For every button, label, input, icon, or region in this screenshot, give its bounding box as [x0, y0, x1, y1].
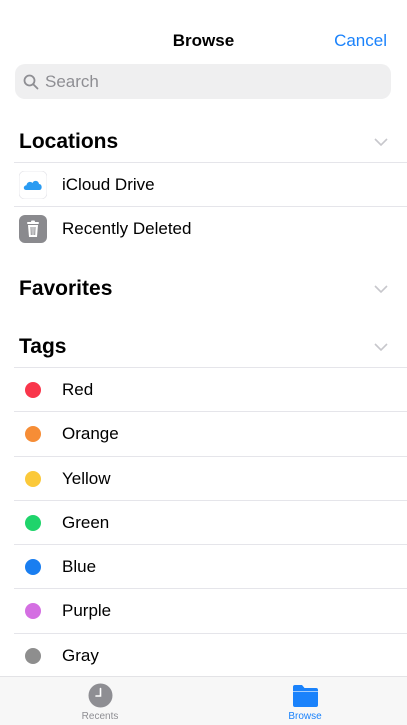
tab-recents[interactable]: Recents [50, 683, 150, 722]
chevron-down-icon[interactable] [374, 138, 388, 146]
tags-section: Tags Red Orange Yellow Green Blue Purple [0, 323, 407, 677]
tab-browse[interactable]: Browse [255, 683, 355, 722]
gray-dot-icon [25, 647, 41, 664]
tag-label: Purple [62, 601, 112, 621]
search-bar[interactable] [15, 64, 391, 99]
location-item-recently-deleted[interactable]: Recently Deleted [14, 206, 407, 250]
section-title-favorites: Favorites [19, 277, 113, 300]
tag-item-gray[interactable]: Gray [14, 632, 407, 677]
yellow-dot-icon [25, 470, 41, 487]
orange-dot-icon [25, 426, 41, 443]
trash-icon [19, 215, 47, 244]
navigation-bar: Browse Cancel [0, 0, 407, 60]
tag-item-orange[interactable]: Orange [14, 411, 407, 455]
tag-label: Orange [62, 424, 119, 444]
tag-label: Green [62, 512, 110, 532]
tag-item-green[interactable]: Green [14, 499, 407, 544]
locations-header[interactable]: Locations [0, 118, 407, 162]
location-label: iCloud Drive [62, 175, 155, 194]
chevron-down-icon[interactable] [374, 285, 388, 293]
tag-label: Yellow [62, 468, 111, 488]
green-dot-icon [25, 514, 41, 531]
tab-bar: Recents Browse [0, 676, 407, 725]
tab-label-browse: Browse [288, 711, 322, 722]
red-dot-icon [25, 382, 41, 398]
tags-header[interactable]: Tags [0, 323, 407, 367]
icloud-icon [19, 171, 47, 199]
tab-label-recents: Recents [81, 711, 119, 722]
favorites-header[interactable]: Favorites [0, 265, 407, 309]
purple-dot-icon [25, 603, 41, 620]
chevron-down-icon[interactable] [374, 343, 388, 351]
section-title-tags: Tags [19, 335, 67, 358]
tag-label: Blue [62, 557, 97, 577]
locations-section: Locations iCloud Drive Recently Deleted [0, 118, 407, 251]
tag-label: Red [62, 380, 94, 399]
search-input[interactable] [45, 71, 365, 92]
clock-icon [88, 683, 112, 708]
folder-icon [292, 685, 318, 707]
cancel-button[interactable]: Cancel [334, 31, 387, 51]
tag-list: Red Orange Yellow Green Blue Purple Gray [0, 367, 407, 677]
favorites-section: Favorites [0, 265, 407, 309]
tag-label: Gray [62, 645, 99, 665]
location-item-icloud-drive[interactable]: iCloud Drive [14, 162, 407, 206]
tag-item-yellow[interactable]: Yellow [14, 455, 407, 500]
tag-item-blue[interactable]: Blue [14, 544, 407, 588]
location-label: Recently Deleted [62, 219, 192, 239]
tag-item-red[interactable]: Red [14, 367, 407, 411]
section-title-locations: Locations [19, 130, 119, 153]
search-icon [23, 74, 39, 90]
blue-dot-icon [25, 559, 41, 576]
tag-item-purple[interactable]: Purple [14, 588, 407, 632]
